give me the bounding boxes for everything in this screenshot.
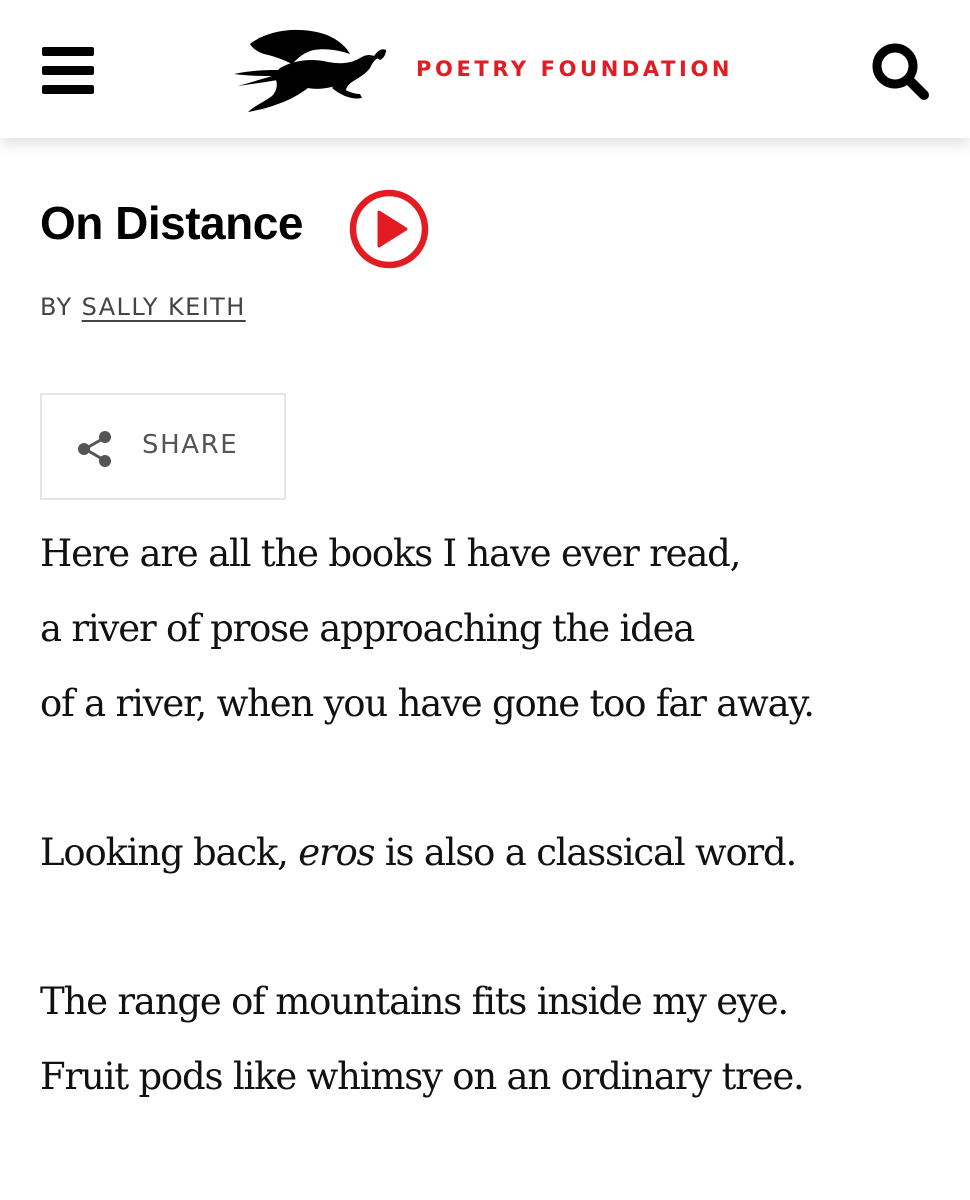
play-audio-button[interactable] [348, 188, 430, 270]
poem-body: Here are all the books I have ever read,… [40, 524, 950, 1196]
share-button[interactable]: SHARE [40, 393, 286, 500]
byline-prefix: BY [40, 293, 73, 321]
poem-line: Here are all the books I have ever read, [40, 532, 741, 575]
site-logo-link[interactable]: POETRY FOUNDATION [228, 24, 758, 116]
share-icon [78, 431, 111, 467]
search-button[interactable] [866, 38, 934, 102]
poem-line: Looking back, eros is also a classical w… [40, 823, 950, 898]
poem-line: a river of prose approaching the idea [40, 607, 695, 650]
pegasus-icon [234, 29, 386, 112]
line-text: is also a classical word. [374, 831, 797, 874]
poem-title: On Distance [40, 197, 303, 249]
menu-button[interactable] [36, 40, 102, 100]
poem-line: of a river, when you have gone too far a… [40, 682, 815, 725]
stanza: Here are all the books I have ever read,… [40, 524, 950, 749]
poem-line: Fruit pods like whimsy on an ordinary tr… [40, 1055, 805, 1098]
stanza: Looking back, eros is also a classical w… [40, 823, 950, 898]
poem-line: The range of mountains fits inside my ey… [40, 980, 789, 1023]
share-label: SHARE [142, 430, 239, 460]
search-icon [872, 43, 929, 100]
brand-name: POETRY FOUNDATION [416, 57, 734, 81]
site-header: POETRY FOUNDATION [0, 0, 970, 138]
line-text: Looking back, [40, 831, 299, 874]
stanza: The range of mountains fits inside my ey… [40, 972, 950, 1122]
hamburger-menu-icon [42, 47, 94, 56]
author-link[interactable]: SALLY KEITH [82, 293, 246, 321]
play-circle-icon [349, 189, 429, 269]
byline: BY SALLY KEITH [40, 293, 246, 321]
italic-word: eros [298, 831, 375, 874]
